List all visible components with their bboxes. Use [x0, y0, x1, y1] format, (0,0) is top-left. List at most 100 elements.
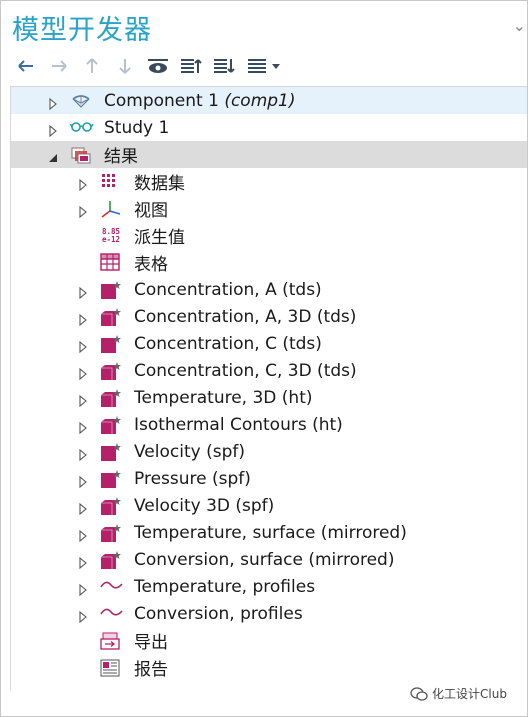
- tree-node[interactable]: 导出: [11, 627, 527, 654]
- plot-group-2d-icon: [100, 280, 121, 300]
- plot-group-2d-icon: [100, 334, 121, 354]
- expand-arrow-icon[interactable]: [78, 473, 88, 489]
- tree-node[interactable]: Conversion, surface (mirrored): [11, 546, 527, 573]
- collapse-all-icon[interactable]: [179, 54, 203, 78]
- plot-group-3d-icon: [100, 550, 121, 570]
- plot-group-3d-icon: [100, 496, 121, 516]
- view-options-icon[interactable]: [245, 54, 285, 78]
- tree-node-text: 数据集: [134, 174, 185, 194]
- views-icon: [100, 199, 121, 219]
- tree-node[interactable]: Temperature, surface (mirrored): [11, 519, 527, 546]
- study-icon: [69, 118, 94, 138]
- tree-node-label: Temperature, surface (mirrored): [134, 523, 407, 543]
- plot-group-2d-icon: [100, 442, 121, 462]
- tree-node[interactable]: Concentration, A (tds): [11, 276, 527, 303]
- tree-node-text: Pressure (spf): [134, 468, 251, 489]
- datasets-icon: [100, 172, 120, 192]
- expand-arrow-icon[interactable]: [78, 176, 88, 192]
- tree-node-label: 派生值: [134, 223, 185, 248]
- tree-node-text: Temperature, 3D (ht): [134, 387, 313, 408]
- tree-node[interactable]: Velocity 3D (spf): [11, 492, 527, 519]
- expand-arrow-icon[interactable]: [78, 500, 88, 516]
- tree-node-label: Pressure (spf): [134, 469, 251, 489]
- expand-arrow-icon[interactable]: [78, 446, 88, 462]
- tree-node-text: 表格: [134, 255, 168, 275]
- expand-arrow-icon[interactable]: [78, 392, 88, 408]
- expand-arrow-icon[interactable]: [78, 338, 88, 354]
- tree-node-text: 报告: [134, 660, 168, 680]
- tree-node[interactable]: 数据集: [11, 168, 527, 195]
- expand-arrow-icon[interactable]: [78, 365, 88, 381]
- collapse-arrow-icon[interactable]: [48, 149, 58, 162]
- down-arrow-icon[interactable]: [113, 54, 137, 78]
- tree-node-label: Velocity 3D (spf): [134, 496, 274, 516]
- derived-values-icon: 8.85 e-12: [100, 226, 120, 246]
- expand-arrow-icon[interactable]: [78, 203, 88, 219]
- tree-node-label: Isothermal Contours (ht): [134, 415, 343, 435]
- tree-node-label: Concentration, A, 3D (tds): [134, 307, 356, 327]
- tree-node[interactable]: Velocity (spf): [11, 438, 527, 465]
- up-arrow-icon[interactable]: [80, 54, 104, 78]
- tree-node-label: 数据集: [134, 169, 185, 194]
- tree-node-label: Temperature, profiles: [134, 577, 315, 597]
- tree-node-text: Isothermal Contours (ht): [134, 414, 343, 435]
- tree-node[interactable]: Temperature, profiles: [11, 573, 527, 600]
- tree-node-label: Component 1 (comp1): [104, 91, 296, 111]
- derived-icon-bottom: e-12: [101, 235, 121, 244]
- tree-node[interactable]: Concentration, C, 3D (tds): [11, 357, 527, 384]
- expand-all-icon[interactable]: [212, 54, 236, 78]
- tree-node-text: Concentration, A (tds): [134, 279, 322, 300]
- show-icon[interactable]: [146, 54, 170, 78]
- plot-group-1d-icon: [100, 604, 123, 624]
- tree-node[interactable]: 结果: [11, 141, 527, 168]
- expand-arrow-icon[interactable]: [78, 284, 88, 300]
- forward-arrow-icon[interactable]: [47, 54, 71, 78]
- back-arrow-icon[interactable]: [14, 54, 38, 78]
- tree-node-label: 表格: [134, 250, 168, 275]
- plot-group-3d-icon: [100, 361, 121, 381]
- tree-node[interactable]: Concentration, C (tds): [11, 330, 527, 357]
- expand-arrow-icon[interactable]: [78, 581, 88, 597]
- plot-group-3d-icon: [100, 523, 121, 543]
- tree-node[interactable]: 报告: [11, 654, 527, 681]
- tree-node[interactable]: Temperature, 3D (ht): [11, 384, 527, 411]
- tree-node-label: Velocity (spf): [134, 442, 245, 462]
- tree-node-text: Study 1: [104, 117, 170, 138]
- plot-group-3d-icon: [100, 415, 121, 435]
- expand-arrow-icon[interactable]: [78, 311, 88, 327]
- tree-node-text: 导出: [134, 633, 168, 653]
- tree-node[interactable]: Component 1 (comp1): [11, 87, 527, 114]
- tree-node[interactable]: Conversion, profiles: [11, 600, 527, 627]
- expand-arrow-icon[interactable]: [78, 554, 88, 570]
- expand-arrow-icon[interactable]: [78, 419, 88, 435]
- tree-node-label: Conversion, profiles: [134, 604, 303, 624]
- tree-node-text: Concentration, C, 3D (tds): [134, 360, 357, 381]
- tree-node-label: 视图: [134, 196, 168, 221]
- tree-node-label: 导出: [134, 628, 168, 653]
- results-icon: [70, 145, 91, 165]
- expand-arrow-icon[interactable]: [48, 122, 58, 138]
- tree-node[interactable]: Pressure (spf): [11, 465, 527, 492]
- tree-node[interactable]: 视图: [11, 195, 527, 222]
- tree-node-label: Conversion, surface (mirrored): [134, 550, 394, 570]
- tree-node-text: Component 1: [104, 90, 219, 111]
- tree-node-label: Concentration, C, 3D (tds): [134, 361, 357, 381]
- tree-node[interactable]: 8.85 e-12 派生值: [11, 222, 527, 249]
- tree-node-text: Concentration, A, 3D (tds): [134, 306, 357, 327]
- tree-node-text: 结果: [104, 147, 138, 167]
- tree-node-label: 结果: [104, 142, 138, 167]
- expand-arrow-icon[interactable]: [78, 608, 88, 624]
- expand-arrow-icon[interactable]: [78, 527, 88, 543]
- tree-node-text: 视图: [134, 201, 168, 221]
- reports-icon: [100, 658, 120, 678]
- tree-node-text: Conversion, profiles: [134, 603, 303, 624]
- tree-node-text: Temperature, surface (mirrored): [134, 522, 407, 543]
- wechat-icon: [410, 686, 428, 701]
- plot-group-1d-icon: [100, 577, 123, 597]
- tree-node[interactable]: 表格: [11, 249, 527, 276]
- tree-node[interactable]: Study 1: [11, 114, 527, 141]
- expand-arrow-icon[interactable]: [48, 95, 58, 111]
- tree-node[interactable]: Isothermal Contours (ht): [11, 411, 527, 438]
- tree-node[interactable]: Concentration, A, 3D (tds): [11, 303, 527, 330]
- window-menu-icon[interactable]: ⌄: [513, 16, 526, 35]
